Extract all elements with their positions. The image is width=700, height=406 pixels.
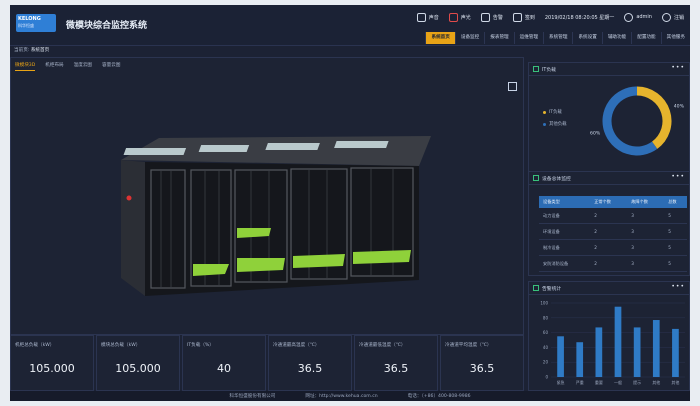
y-tick-label: 20 bbox=[543, 360, 549, 365]
device-monitor-panel: 设备总体监控 ••• 设备类型 正常个数 故障个数 总数 动力设备 2 3 5 环境设… bbox=[528, 171, 690, 276]
breadcrumb: 当前页: 系统首页 bbox=[14, 48, 50, 53]
power-icon bbox=[661, 12, 671, 22]
more-icon[interactable]: ••• bbox=[671, 64, 685, 71]
metric-card: 冷通道最低温度（℃） 36.5 bbox=[354, 335, 438, 391]
nav-home[interactable]: 系统首页 bbox=[425, 32, 455, 44]
company-logo: KELONG 科华恒盛 bbox=[16, 14, 56, 32]
y-tick-label: 40 bbox=[543, 345, 549, 350]
main-nav: 系统首页 设备监控 报表管理 运维管理 系统管理 系统设置 辅助功能 配置功能 … bbox=[425, 32, 690, 44]
panel-icon bbox=[533, 66, 539, 72]
app-window: KELONG 科华恒盛 微模块综合监控系统 声音 声光 告警 签到 2019/0… bbox=[10, 5, 690, 401]
panel-icon bbox=[533, 175, 539, 181]
tab-temperature[interactable]: 温度云图 bbox=[74, 62, 92, 71]
metric-card: IT负载（%） 40 bbox=[182, 335, 266, 391]
nav-system-settings[interactable]: 系统设置 bbox=[572, 32, 601, 44]
alarm-stats-panel: 告警统计 ••• 0 20 40 60 80 100 紧急 严重 重要 一般 提示 其他 其他 bbox=[528, 281, 690, 391]
datetime: 2019/02/18 08:20:05 星期一 bbox=[544, 14, 615, 21]
metric-cards: 机柜总负载（kW） 105.000 模块总负载（kW） 105.000 IT负载（%… bbox=[10, 335, 524, 391]
view-tabs: 微模块3D 机柜布局 温度云图 容量云图 bbox=[15, 62, 120, 71]
x-tick-label: 提示 bbox=[633, 379, 641, 385]
tab-rack-layout[interactable]: 机柜布局 bbox=[45, 62, 63, 71]
table-row: 动力设备 2 3 5 bbox=[539, 208, 687, 224]
user-button[interactable]: admin bbox=[624, 12, 652, 22]
bar bbox=[557, 336, 564, 377]
x-tick-label: 其他 bbox=[671, 379, 679, 385]
it-load-donut-chart: 40% 60% bbox=[590, 86, 685, 156]
donut-slice bbox=[602, 86, 658, 156]
device-table: 设备类型 正常个数 故障个数 总数 动力设备 2 3 5 环境设备 2 3 5 制冷设备 2 3… bbox=[539, 196, 687, 272]
x-tick-label: 重要 bbox=[595, 379, 603, 385]
alarm-sound-icon bbox=[448, 12, 458, 22]
expand-icon[interactable] bbox=[508, 82, 517, 91]
footer: 科华恒盛股份有限公司 网址：http://www.kehua.com.cn 电话… bbox=[10, 391, 690, 401]
bar bbox=[633, 327, 641, 377]
user-icon bbox=[624, 12, 634, 22]
x-tick-label: 紧急 bbox=[557, 379, 565, 385]
column-header: 正常个数 bbox=[590, 196, 628, 208]
column-header: 总数 bbox=[664, 196, 687, 208]
alarm-sound-button[interactable]: 声光 bbox=[448, 12, 471, 22]
table-row: 安防消防设备 2 3 5 bbox=[539, 255, 687, 272]
tab-3d[interactable]: 微模块3D bbox=[15, 62, 36, 71]
slice-label: 40% bbox=[674, 103, 685, 109]
header: KELONG 科华恒盛 微模块综合监控系统 声音 声光 告警 签到 2019/0… bbox=[10, 5, 690, 46]
main-3d-panel: 微模块3D 机柜布局 温度云图 容量云图 bbox=[10, 57, 524, 335]
bar bbox=[672, 328, 679, 377]
metric-card: 冷通道平均温度（℃） 36.5 bbox=[440, 335, 524, 391]
x-tick-label: 一般 bbox=[614, 379, 622, 385]
nav-config[interactable]: 配置功能 bbox=[631, 32, 660, 44]
shift-button[interactable]: 签到 bbox=[512, 12, 535, 22]
x-tick-label: 严重 bbox=[576, 379, 584, 385]
more-icon[interactable]: ••• bbox=[671, 173, 685, 180]
it-load-panel: IT负载 ••• IT负载 其他负载 40% 60% bbox=[528, 62, 690, 172]
bar bbox=[652, 320, 660, 377]
nav-operations[interactable]: 运维管理 bbox=[513, 32, 543, 44]
slice-label: 60% bbox=[590, 131, 601, 137]
micro-module-3d-model[interactable] bbox=[101, 118, 441, 308]
nav-aux[interactable]: 辅助功能 bbox=[601, 32, 631, 44]
sound-icon bbox=[416, 12, 426, 22]
y-tick-label: 0 bbox=[545, 375, 548, 380]
warning-button[interactable]: 告警 bbox=[480, 12, 503, 22]
bar bbox=[614, 306, 622, 377]
column-header: 设备类型 bbox=[539, 196, 591, 208]
table-row: 环境设备 2 3 5 bbox=[539, 223, 687, 240]
bar bbox=[576, 342, 584, 377]
panel-icon bbox=[533, 285, 539, 291]
top-utility-bar: 声音 声光 告警 签到 2019/02/18 08:20:05 星期一 admi… bbox=[416, 12, 684, 22]
nav-device-monitor[interactable]: 设备监控 bbox=[454, 32, 484, 44]
metric-card: 冷通道最高温度（℃） 36.5 bbox=[268, 335, 352, 391]
metric-card: 机柜总负载（kW） 105.000 bbox=[10, 335, 94, 391]
nav-other[interactable]: 其他服务 bbox=[660, 32, 690, 44]
x-tick-label: 其他 bbox=[652, 379, 660, 385]
y-tick-label: 100 bbox=[540, 301, 548, 306]
column-header: 故障个数 bbox=[627, 196, 665, 208]
y-tick-label: 80 bbox=[543, 315, 549, 320]
alarm-bar-chart: 0 20 40 60 80 100 紧急 严重 重要 一般 提示 其他 其他 bbox=[540, 301, 685, 385]
logout-button[interactable]: 注销 bbox=[661, 12, 684, 22]
donut-slice bbox=[636, 86, 672, 149]
app-title: 微模块综合监控系统 bbox=[66, 21, 148, 31]
shift-icon bbox=[512, 12, 522, 22]
bar bbox=[595, 327, 603, 377]
metric-card: 模块总负载（kW） 105.000 bbox=[96, 335, 180, 391]
more-icon[interactable]: ••• bbox=[671, 283, 685, 290]
y-tick-label: 60 bbox=[543, 330, 549, 335]
table-row: 制冷设备 2 3 5 bbox=[539, 239, 687, 256]
tab-capacity[interactable]: 容量云图 bbox=[102, 62, 120, 71]
nav-system-manage[interactable]: 系统管理 bbox=[543, 32, 572, 44]
nav-reports[interactable]: 报表管理 bbox=[484, 32, 513, 44]
warning-icon bbox=[480, 12, 490, 22]
sound-button[interactable]: 声音 bbox=[416, 12, 439, 22]
